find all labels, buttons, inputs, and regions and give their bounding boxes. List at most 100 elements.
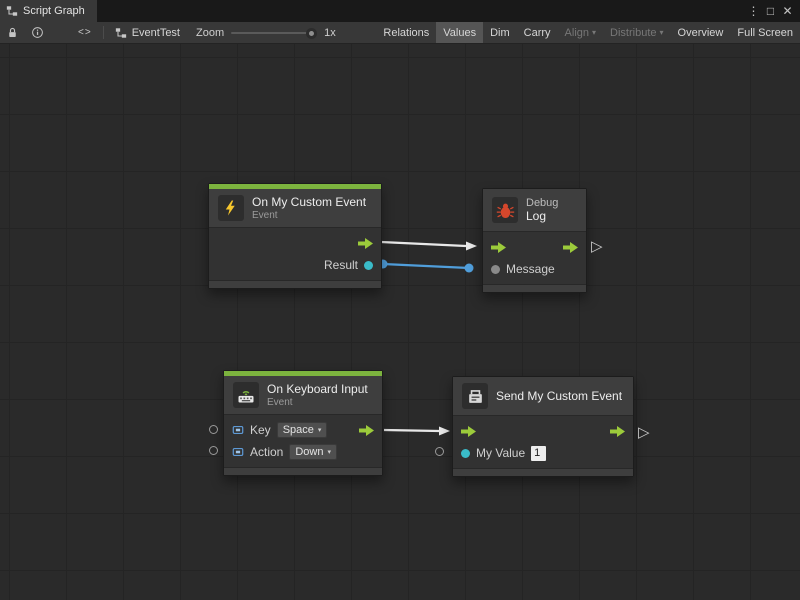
flow-row: [453, 420, 633, 442]
node-title: On My Custom Event: [252, 195, 366, 209]
graph-breadcrumb[interactable]: EventTest: [109, 22, 186, 43]
message-input-row: Message: [483, 258, 586, 280]
titlebar: Script Graph ⋮ □ ✕: [0, 0, 800, 22]
node-subtitle: Event: [252, 210, 366, 221]
action-icon: [232, 446, 244, 458]
node-titles: Debug Log: [526, 197, 558, 223]
node-title: Log: [526, 209, 558, 223]
zoom-slider-knob[interactable]: [306, 28, 317, 39]
flow-output-row: [209, 232, 381, 254]
chevron-down-icon: ▾: [327, 448, 331, 456]
node-footer: [453, 468, 633, 476]
script-graph-icon: [6, 5, 18, 17]
node-on-my-custom-event[interactable]: On My Custom Event Event Result: [208, 183, 382, 289]
values-label: Values: [443, 27, 476, 39]
flow-input-port[interactable]: [491, 242, 506, 253]
node-subtitle: Event: [267, 397, 368, 408]
relations-button[interactable]: Relations: [376, 22, 436, 43]
result-output-port[interactable]: [364, 261, 373, 270]
result-label: Result: [324, 258, 358, 272]
action-input-row: Action Down ▾: [224, 441, 382, 463]
carry-button[interactable]: Carry: [517, 22, 558, 43]
lightning-icon: [218, 195, 244, 221]
flow-output-port[interactable]: [563, 242, 578, 253]
my-value-field[interactable]: 1: [531, 446, 546, 461]
relations-label: Relations: [383, 27, 429, 39]
graph-canvas[interactable]: On My Custom Event Event Result: [0, 44, 800, 600]
flow-output-port[interactable]: [359, 425, 374, 436]
node-header: Debug Log: [483, 189, 586, 231]
distribute-button[interactable]: Distribute ▾: [603, 22, 670, 43]
flow-input-port[interactable]: [461, 426, 476, 437]
edit-source-button[interactable]: <>: [72, 22, 98, 43]
node-footer: [483, 284, 586, 292]
flow-row: [483, 236, 586, 258]
node-titles: On Keyboard Input Event: [267, 382, 368, 408]
distribute-label: Distribute: [610, 27, 656, 39]
info-icon: [31, 26, 44, 39]
overview-button[interactable]: Overview: [671, 22, 731, 43]
node-titles: Send My Custom Event: [496, 389, 622, 403]
action-label: Action: [250, 445, 283, 459]
overview-label: Overview: [678, 27, 724, 39]
values-button[interactable]: Values: [436, 22, 483, 43]
flow-continuation-icon[interactable]: ▷: [591, 239, 603, 254]
graph-toolbar: <> EventTest Zoom 1x Relations Values Di…: [0, 22, 800, 44]
carry-label: Carry: [524, 27, 551, 39]
window-controls: ⋮ □ ✕: [745, 0, 800, 22]
flow-connection-keyboard-to-send[interactable]: [384, 427, 450, 436]
align-button[interactable]: Align ▾: [558, 22, 603, 43]
bug-icon: [492, 197, 518, 223]
inspect-button[interactable]: [25, 22, 50, 43]
chevron-down-icon: ▾: [592, 28, 596, 37]
node-title: Send My Custom Event: [496, 389, 622, 403]
connections-layer: [0, 44, 800, 600]
message-input-port[interactable]: [491, 265, 500, 274]
node-on-keyboard-input[interactable]: On Keyboard Input Event Key Space ▾: [223, 370, 383, 476]
node-footer: [224, 467, 382, 475]
zoom-slider[interactable]: [231, 32, 317, 34]
fullscreen-button[interactable]: Full Screen: [730, 22, 800, 43]
my-value-input-row: My Value 1: [453, 442, 633, 464]
key-input-row: Key Space ▾: [224, 419, 382, 441]
node-header: Send My Custom Event: [453, 377, 633, 415]
flow-connection-customevent-to-log[interactable]: [381, 242, 477, 251]
my-value-label: My Value: [476, 446, 525, 460]
graph-asset-icon: [115, 27, 127, 39]
chevron-down-icon: ▾: [660, 28, 664, 37]
code-icon: <>: [78, 27, 92, 38]
my-value-input-port[interactable]: [461, 449, 470, 458]
node-body: Key Space ▾ Action: [224, 414, 382, 467]
dim-label: Dim: [490, 27, 510, 39]
tab-script-graph[interactable]: Script Graph: [0, 0, 97, 22]
close-icon[interactable]: ✕: [779, 0, 796, 22]
node-body: My Value 1: [453, 415, 633, 468]
my-value-external-port[interactable]: [435, 447, 444, 456]
value-connection-result-to-message[interactable]: [379, 260, 474, 273]
lock-icon: [6, 26, 19, 39]
keycode-icon: [232, 424, 244, 436]
key-external-port[interactable]: [209, 425, 218, 434]
node-debug-log[interactable]: Debug Log Message: [482, 188, 587, 293]
key-dropdown[interactable]: Space ▾: [277, 422, 328, 438]
maximize-icon[interactable]: □: [762, 0, 779, 22]
flow-continuation-icon[interactable]: ▷: [638, 425, 650, 440]
tab-label: Script Graph: [23, 5, 85, 17]
dim-button[interactable]: Dim: [483, 22, 517, 43]
kebab-menu-icon[interactable]: ⋮: [745, 0, 762, 22]
toolbar-divider: [103, 26, 104, 39]
action-external-port[interactable]: [209, 446, 218, 455]
fullscreen-label: Full Screen: [737, 27, 793, 39]
key-value: Space: [283, 424, 314, 436]
lock-button[interactable]: [0, 22, 25, 43]
script-graph-window: Script Graph ⋮ □ ✕ <>: [0, 0, 800, 600]
zoom-value: 1x: [324, 27, 336, 39]
node-send-my-custom-event[interactable]: Send My Custom Event My Value 1: [452, 376, 634, 477]
flow-output-port[interactable]: [358, 238, 373, 249]
node-header: On Keyboard Input Event: [224, 376, 382, 414]
flow-output-port[interactable]: [610, 426, 625, 437]
node-footer: [209, 280, 381, 288]
key-label: Key: [250, 423, 271, 437]
node-body: Message: [483, 231, 586, 284]
action-dropdown[interactable]: Down ▾: [289, 444, 337, 460]
